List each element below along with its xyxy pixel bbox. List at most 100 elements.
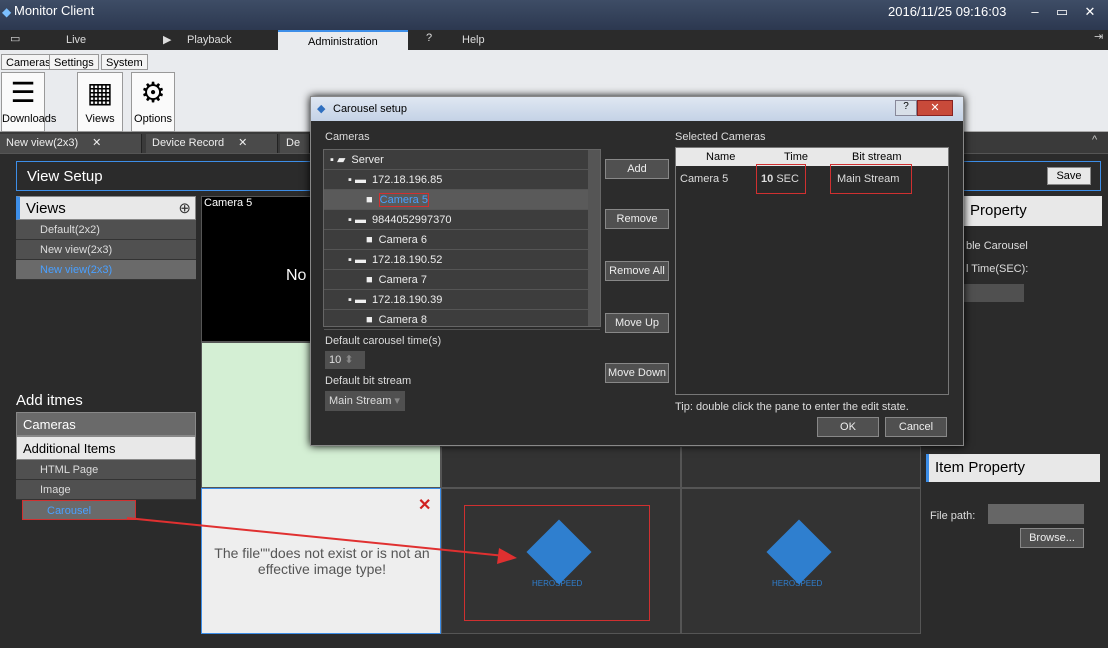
close-tab-icon[interactable]: ✕ — [92, 137, 101, 149]
move-down-button[interactable]: Move Down — [605, 363, 669, 383]
options-button[interactable]: ⚙ Options — [131, 72, 175, 132]
view-label: New view(2x3) — [40, 264, 113, 276]
minimize-icon[interactable]: – — [1025, 4, 1045, 22]
tree-row[interactable]: ■ Camera 6 — [324, 230, 600, 250]
views-panel: Views ⊕ Default(2x2) New view(2x3) New vi… — [16, 196, 196, 280]
default-bit-select[interactable]: Main Stream ▾ — [325, 391, 405, 411]
cancel-button[interactable]: Cancel — [885, 417, 947, 437]
tree-row[interactable]: ■ Camera 5 — [324, 190, 600, 210]
additional-items-section[interactable]: Additional Items — [16, 436, 196, 460]
maximize-icon[interactable]: ▭ — [1052, 4, 1072, 22]
menu-administration[interactable]: Administration — [278, 30, 408, 50]
logo-text: HEROSPEED — [772, 579, 823, 588]
dialog-close-icon[interactable]: ✕ — [917, 100, 953, 116]
tree-row[interactable]: ▪ ▬ 172.18.196.85 — [324, 170, 600, 190]
cameras-section[interactable]: Cameras — [16, 412, 196, 436]
remove-all-button[interactable]: Remove All — [605, 261, 669, 281]
html-page-item[interactable]: HTML Page — [16, 460, 196, 480]
tree-label: 172.18.196.85 — [371, 174, 443, 186]
tree-scrollbar[interactable] — [588, 150, 600, 326]
close-icon[interactable]: ✕ — [1080, 4, 1100, 22]
remove-button[interactable]: Remove — [605, 209, 669, 229]
device-icon: ▪ ▬ — [348, 254, 366, 266]
camera-icon: ■ — [366, 234, 373, 246]
image-item[interactable]: Image — [16, 480, 196, 500]
downloads-button[interactable]: ☰ Downloads — [1, 72, 56, 132]
tab-partial[interactable]: De — [280, 134, 310, 153]
annotation-arrow — [126, 517, 517, 564]
spin-icon[interactable]: ⬍ — [344, 354, 353, 366]
views-button[interactable]: ▦ Views — [77, 72, 123, 132]
default-bit-label: Default bit stream — [325, 375, 412, 387]
tree-label: 9844052997370 — [371, 214, 452, 226]
chevron-down-icon: ▾ — [394, 395, 400, 407]
column-time: Time — [784, 151, 809, 163]
downloads-label: Downloads — [2, 113, 57, 125]
add-view-icon[interactable]: ⊕ — [178, 197, 191, 221]
add-button[interactable]: Add — [605, 159, 669, 179]
tree-label: Camera 7 — [378, 274, 427, 286]
tab-system[interactable]: System — [101, 54, 148, 70]
enable-carousel-label: ble Carousel — [966, 240, 1028, 252]
table-row[interactable]: Camera 5 10 SEC Main Stream — [676, 164, 948, 194]
page-title: View Setup — [27, 168, 103, 185]
save-button[interactable]: Save — [1047, 167, 1091, 185]
tab-new-view[interactable]: New view(2x3) ✕ — [0, 134, 142, 153]
collapse-icon[interactable]: ^ — [1092, 134, 1097, 146]
tree-row[interactable]: ▪ ▬ 172.18.190.39 — [324, 290, 600, 310]
title-bar: ◆ Monitor Client 2016/11/25 09:16:03 – ▭… — [0, 0, 1108, 43]
tree-label: Camera 5 — [378, 193, 429, 207]
item-property-header: Item Property — [926, 454, 1100, 482]
row-bit-stream[interactable]: Main Stream — [830, 164, 912, 194]
logo-pane[interactable]: HEROSPEED — [681, 488, 921, 634]
tab-cameras[interactable]: Cameras — [1, 54, 56, 70]
view-item[interactable]: New view(2x3) — [16, 240, 196, 260]
help-icon: ? — [426, 32, 433, 44]
move-up-button[interactable]: Move Up — [605, 313, 669, 333]
menu-playback[interactable]: Playback — [187, 30, 232, 50]
tab-settings[interactable]: Settings — [49, 54, 99, 70]
view-item[interactable]: Default(2x2) — [16, 220, 196, 240]
dialog-help-icon[interactable]: ? — [895, 100, 917, 116]
options-label: Options — [134, 113, 172, 125]
carousel-item[interactable]: Carousel — [22, 500, 136, 520]
views-label: Views — [85, 113, 115, 125]
browse-button[interactable]: Browse... — [1020, 528, 1084, 548]
camera-tree: ▪ ▰ Server ▪ ▬ 172.18.196.85 ■ Camera 5 ▪ ▬ 984… — [323, 149, 601, 330]
pane-status-text: No — [286, 267, 307, 284]
tab-device-record[interactable]: Device Record ✕ — [146, 134, 278, 153]
cameras-label: Cameras — [325, 131, 370, 143]
carousel-time-input[interactable] — [964, 284, 1024, 302]
dialog-title: Carousel setup — [333, 103, 407, 115]
gear-icon: ⚙ — [140, 77, 166, 108]
app-icon: ◆ — [2, 5, 12, 19]
view-item-selected[interactable]: New view(2x3) — [16, 260, 196, 280]
close-tab-icon[interactable]: ✕ — [238, 137, 247, 149]
tree-row[interactable]: ■ Camera 8 — [324, 310, 600, 330]
default-time-label: Default carousel time(s) — [325, 335, 442, 347]
ok-button[interactable]: OK — [817, 417, 879, 437]
clock: 2016/11/25 09:16:03 — [888, 4, 1007, 19]
row-time[interactable]: 10 SEC — [756, 164, 806, 194]
view-property-header: Property — [962, 196, 1102, 226]
exit-icon[interactable]: ⇥ — [1094, 30, 1103, 43]
menu-help[interactable]: Help — [462, 30, 485, 50]
empty-pane[interactable] — [681, 446, 921, 488]
menu-live[interactable]: Live — [66, 30, 86, 50]
tree-row[interactable]: ▪ ▬ 172.18.190.52 — [324, 250, 600, 270]
tree-label: Camera 8 — [378, 314, 427, 326]
tree-row[interactable]: ■ Camera 7 — [324, 270, 600, 290]
herospeed-logo — [766, 519, 832, 585]
file-path-input[interactable] — [988, 504, 1084, 524]
window-title: Monitor Client — [14, 3, 95, 18]
downloads-icon: ☰ — [10, 77, 36, 108]
carousel-setup-dialog: ◆ Carousel setup ? ✕ Cameras ▪ ▰ Server ▪ … — [310, 96, 964, 446]
add-items-title: Add itmes — [16, 392, 83, 409]
tree-row[interactable]: ▪ ▬ 9844052997370 — [324, 210, 600, 230]
default-time-input[interactable]: 10 ⬍ — [325, 351, 365, 369]
camera-icon: ■ — [366, 194, 373, 206]
tree-row[interactable]: ▪ ▰ Server — [324, 150, 600, 170]
device-icon: ▪ ▬ — [348, 294, 366, 306]
empty-pane[interactable] — [441, 446, 681, 488]
grid-icon: ▦ — [86, 77, 114, 108]
